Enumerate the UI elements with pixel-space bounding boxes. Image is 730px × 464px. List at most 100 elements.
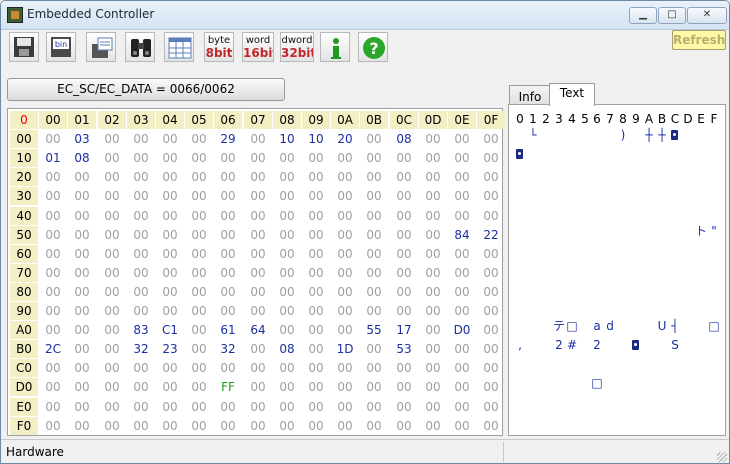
hex-cell[interactable]: 00 xyxy=(390,168,418,186)
hex-cell[interactable]: 00 xyxy=(156,378,184,396)
hex-cell[interactable]: FF xyxy=(214,378,242,396)
hex-cell[interactable]: 83 xyxy=(127,321,155,339)
hex-cell[interactable]: 00 xyxy=(477,264,505,282)
hex-cell[interactable]: 00 xyxy=(214,187,242,205)
hex-cell[interactable]: 00 xyxy=(156,302,184,320)
hex-cell[interactable]: 00 xyxy=(302,417,330,435)
hex-cell[interactable]: 00 xyxy=(477,302,505,320)
hex-cell[interactable]: 00 xyxy=(331,226,359,244)
hex-cell[interactable]: 00 xyxy=(331,149,359,167)
hex-cell[interactable]: 00 xyxy=(39,168,67,186)
hex-cell[interactable]: 00 xyxy=(68,187,96,205)
hex-cell[interactable]: 00 xyxy=(156,359,184,377)
hex-cell[interactable]: 00 xyxy=(360,149,388,167)
hex-cell[interactable]: 00 xyxy=(127,207,155,225)
hex-cell[interactable]: 00 xyxy=(39,359,67,377)
hex-cell[interactable]: 00 xyxy=(127,168,155,186)
hex-cell[interactable]: 00 xyxy=(331,283,359,301)
hex-cell[interactable]: 00 xyxy=(302,264,330,282)
hex-cell[interactable]: 00 xyxy=(477,321,505,339)
hex-cell[interactable]: 1D xyxy=(331,340,359,358)
hex-cell[interactable]: 00 xyxy=(68,398,96,416)
hex-cell[interactable]: 00 xyxy=(448,417,476,435)
hex-cell[interactable]: 00 xyxy=(331,359,359,377)
hex-cell[interactable]: 00 xyxy=(390,398,418,416)
hex-cell[interactable]: 00 xyxy=(273,378,301,396)
hex-cell[interactable]: 00 xyxy=(302,359,330,377)
hex-cell[interactable]: 00 xyxy=(360,378,388,396)
hex-cell[interactable]: 00 xyxy=(185,417,213,435)
hex-cell[interactable]: 00 xyxy=(302,321,330,339)
hex-cell[interactable]: 00 xyxy=(448,378,476,396)
hex-cell[interactable]: 00 xyxy=(39,321,67,339)
hex-cell[interactable]: 00 xyxy=(214,302,242,320)
hex-cell[interactable]: 00 xyxy=(244,340,272,358)
hex-cell[interactable]: 00 xyxy=(331,321,359,339)
hex-cell[interactable]: 00 xyxy=(360,207,388,225)
hex-cell[interactable]: 00 xyxy=(273,302,301,320)
hex-cell[interactable]: 22 xyxy=(477,226,505,244)
hex-cell[interactable]: 00 xyxy=(68,283,96,301)
hex-cell[interactable]: 00 xyxy=(98,226,126,244)
maximize-button[interactable]: □ xyxy=(658,7,686,24)
hex-cell[interactable]: 00 xyxy=(127,187,155,205)
hex-cell[interactable]: 00 xyxy=(156,207,184,225)
hex-cell[interactable]: 00 xyxy=(448,245,476,263)
hex-cell[interactable]: 00 xyxy=(273,417,301,435)
hex-cell[interactable]: 00 xyxy=(419,283,447,301)
hex-cell[interactable]: 00 xyxy=(185,207,213,225)
hex-cell[interactable]: 10 xyxy=(302,130,330,148)
find-button[interactable] xyxy=(125,32,155,62)
hex-cell[interactable]: 00 xyxy=(390,417,418,435)
hex-cell[interactable]: 00 xyxy=(214,359,242,377)
hex-cell[interactable]: 00 xyxy=(68,207,96,225)
hex-cell[interactable]: 00 xyxy=(331,264,359,282)
hex-cell[interactable]: 00 xyxy=(39,302,67,320)
hex-cell[interactable]: 00 xyxy=(156,417,184,435)
hex-cell[interactable]: 00 xyxy=(390,226,418,244)
hex-cell[interactable]: 84 xyxy=(448,226,476,244)
minimize-button[interactable]: ▁ xyxy=(629,7,657,24)
hex-cell[interactable]: 00 xyxy=(185,187,213,205)
hex-cell[interactable]: 00 xyxy=(302,207,330,225)
hex-cell[interactable]: 00 xyxy=(98,264,126,282)
hex-cell[interactable]: 00 xyxy=(448,168,476,186)
hex-cell[interactable]: 64 xyxy=(244,321,272,339)
hex-cell[interactable]: 00 xyxy=(244,378,272,396)
hex-cell[interactable]: 00 xyxy=(477,378,505,396)
hex-cell[interactable]: 00 xyxy=(156,283,184,301)
hex-cell[interactable]: 00 xyxy=(477,149,505,167)
hex-cell[interactable]: 00 xyxy=(98,398,126,416)
hex-cell[interactable]: 20 xyxy=(331,130,359,148)
hex-cell[interactable]: 00 xyxy=(302,398,330,416)
hex-cell[interactable]: 2C xyxy=(39,340,67,358)
hex-cell[interactable]: 00 xyxy=(360,245,388,263)
hex-cell[interactable]: 00 xyxy=(390,149,418,167)
close-button[interactable]: ✕ xyxy=(687,7,727,24)
hex-cell[interactable]: 00 xyxy=(477,168,505,186)
resize-grip[interactable] xyxy=(717,452,727,462)
hex-cell[interactable]: 00 xyxy=(273,283,301,301)
hex-cell[interactable]: 00 xyxy=(273,207,301,225)
hex-cell[interactable]: 00 xyxy=(185,149,213,167)
hex-cell[interactable]: 00 xyxy=(244,283,272,301)
hex-cell[interactable]: 00 xyxy=(331,398,359,416)
hex-cell[interactable]: 00 xyxy=(68,321,96,339)
hex-cell[interactable]: 00 xyxy=(127,359,155,377)
hex-cell[interactable]: 00 xyxy=(98,340,126,358)
hex-cell[interactable]: 00 xyxy=(244,398,272,416)
hex-cell[interactable]: 10 xyxy=(273,130,301,148)
hex-cell[interactable]: 61 xyxy=(214,321,242,339)
hex-cell[interactable]: 00 xyxy=(273,245,301,263)
hex-cell[interactable]: 00 xyxy=(448,187,476,205)
hex-cell[interactable]: 01 xyxy=(39,149,67,167)
hex-cell[interactable]: 00 xyxy=(477,130,505,148)
hex-cell[interactable]: 00 xyxy=(185,130,213,148)
hex-cell[interactable]: 00 xyxy=(185,245,213,263)
hex-cell[interactable]: 00 xyxy=(98,149,126,167)
hex-cell[interactable]: 00 xyxy=(185,264,213,282)
hex-cell[interactable]: 00 xyxy=(273,168,301,186)
hex-cell[interactable]: 00 xyxy=(273,187,301,205)
hex-cell[interactable]: 00 xyxy=(244,149,272,167)
hex-cell[interactable]: 00 xyxy=(477,417,505,435)
